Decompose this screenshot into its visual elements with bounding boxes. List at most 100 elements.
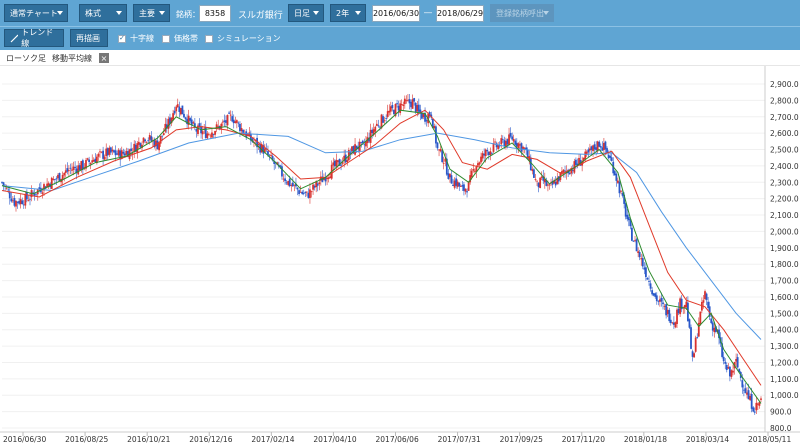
candle-body	[375, 123, 378, 126]
candle-body	[388, 110, 391, 113]
candle-body	[638, 252, 641, 258]
candle-body	[88, 159, 90, 162]
candle-body	[89, 162, 92, 165]
index-group-dropdown[interactable]: 主要	[133, 4, 170, 22]
candle-body	[648, 281, 650, 282]
span-dropdown[interactable]: 2年	[330, 4, 366, 22]
candle-body	[81, 160, 84, 170]
candle-body	[613, 171, 616, 176]
candle-body	[589, 148, 591, 151]
candle-body	[417, 104, 420, 112]
candle-body	[665, 304, 668, 316]
x-tick-label: 2018/03/14	[686, 435, 729, 444]
trend-line-button[interactable]: トレンド線	[4, 28, 64, 48]
y-tick-label: 1,600.0	[770, 293, 799, 302]
candle-body	[340, 164, 342, 166]
candle-body	[184, 117, 187, 120]
close-icon[interactable]: ×	[99, 53, 109, 63]
candle-body	[52, 178, 55, 180]
candle-body	[408, 99, 411, 104]
candle-body	[305, 191, 308, 193]
candle-body	[645, 267, 647, 278]
simulation-checkbox[interactable]: シミュレーション	[205, 33, 281, 44]
span-value: 2年	[336, 8, 350, 18]
registered-stock-dropdown[interactable]: 登録銘柄呼出	[490, 4, 554, 22]
candle-body	[156, 140, 159, 150]
candle-body	[585, 151, 588, 154]
candle-body	[641, 258, 644, 267]
candle-body	[627, 217, 630, 221]
candle-body	[150, 136, 153, 141]
candle-body	[8, 192, 11, 199]
candle-body	[226, 114, 229, 126]
candle-body	[147, 140, 150, 142]
candle-body	[291, 182, 294, 187]
candle-body	[35, 193, 38, 195]
candle-body	[22, 204, 25, 206]
y-tick-label: 1,400.0	[770, 326, 799, 335]
candle-body	[673, 322, 675, 325]
candle-body	[67, 170, 70, 172]
candle-body	[175, 106, 178, 112]
trend-line-icon	[10, 34, 19, 42]
candle-body	[288, 178, 291, 187]
candle-body	[55, 178, 58, 180]
x-tick-label: 2016/06/30	[3, 435, 46, 444]
redraw-label: 再描画	[76, 33, 100, 43]
code-input[interactable]: 8358	[199, 5, 231, 22]
candle-body	[220, 123, 223, 129]
candle-body	[439, 149, 442, 152]
candle-body	[618, 181, 621, 194]
crosshair-checkbox[interactable]: ✓ 十字線	[118, 33, 154, 44]
candle-body	[481, 153, 484, 159]
candle-body	[123, 153, 126, 156]
y-tick-label: 1,700.0	[770, 277, 799, 286]
x-tick-label: 2018/01/18	[624, 435, 667, 444]
asset-class-value: 株式	[85, 8, 101, 18]
candle-body	[601, 147, 604, 151]
candle-body	[592, 145, 594, 152]
asset-class-dropdown[interactable]: 株式	[79, 4, 127, 22]
candle-body	[414, 102, 417, 113]
stock-price-chart[interactable]: 800.0900.01,000.01,100.01,200.01,300.01,…	[0, 66, 800, 448]
candle-body	[136, 143, 139, 153]
candle-body	[290, 185, 293, 186]
period-unit-dropdown[interactable]: 日足	[288, 4, 324, 22]
candle-body	[438, 149, 440, 151]
candle-body	[363, 144, 366, 146]
candle-body	[537, 182, 540, 188]
candle-body	[296, 187, 299, 190]
candle-body	[229, 114, 232, 116]
candle-body	[466, 191, 468, 193]
candle-body	[333, 160, 336, 167]
candle-body	[492, 143, 495, 152]
x-tick-label: 2016/08/25	[65, 435, 108, 444]
candle-body	[725, 364, 728, 370]
period-unit-value: 日足	[294, 8, 310, 18]
candle-body	[327, 177, 330, 180]
candle-body	[181, 105, 184, 115]
candle-body	[302, 193, 305, 195]
candle-body	[287, 180, 290, 186]
price-band-checkbox[interactable]: 価格帯	[162, 33, 198, 44]
candle-body	[742, 389, 745, 391]
redraw-button[interactable]: 再描画	[70, 29, 108, 47]
candle-body	[747, 390, 750, 400]
candle-body	[257, 143, 260, 146]
candle-body	[654, 293, 657, 297]
date-from-input[interactable]: 2016/06/30	[372, 5, 420, 22]
candle-body	[206, 133, 209, 139]
candle-body	[293, 184, 296, 186]
candle-body	[662, 302, 664, 305]
candle-body	[421, 112, 423, 119]
candle-body	[461, 185, 464, 187]
candle-body	[710, 318, 713, 324]
candle-body	[397, 105, 400, 111]
candle-body	[449, 173, 451, 178]
candle-body	[299, 191, 302, 193]
chart-type-dropdown[interactable]: 通常チャート	[4, 4, 68, 22]
date-to-input[interactable]: 2018/06/29	[436, 5, 484, 22]
legend-bar: ローソク足 移動平均線	[0, 50, 800, 66]
check-icon: ✓	[118, 34, 126, 43]
candle-body	[77, 165, 80, 175]
